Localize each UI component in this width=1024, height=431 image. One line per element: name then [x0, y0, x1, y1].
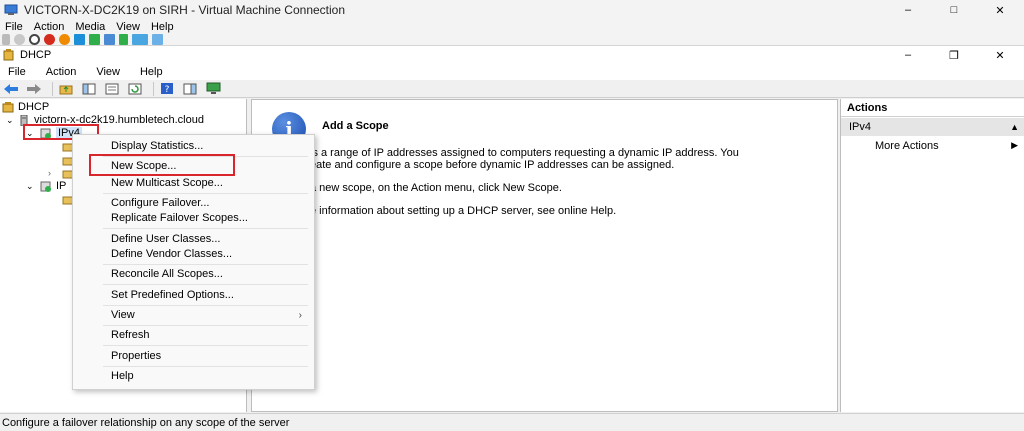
- share-icon[interactable]: [152, 34, 163, 45]
- dhcp-menu-view[interactable]: View: [96, 66, 120, 78]
- info-text-line-2: eate and configure a scope before dynami…: [310, 159, 675, 171]
- collapse-chevron-icon[interactable]: ⌄: [26, 181, 40, 192]
- menu-separator: [103, 228, 308, 229]
- submenu-chevron-icon: ›: [298, 309, 302, 321]
- menu-item-reconcile-all-scopes[interactable]: Reconcile All Scopes...: [74, 265, 314, 283]
- submenu-arrow-icon: ▶: [1011, 140, 1018, 150]
- vm-maximize-button[interactable]: □: [931, 0, 977, 20]
- dhcp-menu-file[interactable]: File: [8, 66, 26, 78]
- menu-item-refresh[interactable]: Refresh: [74, 326, 314, 344]
- toolbar-separator: [153, 81, 154, 96]
- menu-item-replicate-failover-scopes[interactable]: Replicate Failover Scopes...: [74, 209, 314, 227]
- actions-pane: Actions IPv4 ▲ More Actions ▶: [840, 99, 1024, 412]
- vm-menu-media[interactable]: Media: [75, 21, 105, 33]
- actions-section-ipv4[interactable]: IPv4 ▲: [841, 118, 1024, 136]
- dhcp-title-bar: DHCP – ❐ ✕: [0, 46, 1024, 64]
- tree-item-ipv6[interactable]: ⌄ IP: [26, 179, 66, 193]
- new-scope-highlight-box: [89, 154, 235, 176]
- vm-menu-file[interactable]: File: [5, 21, 23, 33]
- collapse-chevron-icon[interactable]: ⌄: [6, 115, 18, 126]
- results-pane: i Add a Scope is a range of IP addresses…: [251, 99, 838, 412]
- dhcp-app-icon: [3, 48, 14, 60]
- turn-off-icon[interactable]: [29, 34, 40, 45]
- svg-text:?: ?: [165, 85, 170, 95]
- dhcp-toolbar: ?: [0, 80, 1024, 98]
- shutdown-icon[interactable]: [44, 34, 55, 45]
- add-scope-heading: Add a Scope: [322, 120, 389, 132]
- dhcp-close-button[interactable]: ✕: [977, 46, 1023, 64]
- ctrl-alt-del-icon[interactable]: [2, 34, 10, 45]
- enhanced-session-icon[interactable]: [132, 34, 148, 45]
- actions-section-label: IPv4: [849, 121, 872, 133]
- up-folder-icon[interactable]: [57, 81, 75, 96]
- info-text-line-3: a new scope, on the Action menu, click N…: [310, 182, 562, 194]
- vm-menu-help[interactable]: Help: [151, 21, 174, 33]
- revert-icon[interactable]: [119, 34, 128, 45]
- menu-item-view[interactable]: View ›: [74, 306, 314, 324]
- action-pane-icon[interactable]: [181, 81, 199, 96]
- monitor-icon[interactable]: [204, 81, 222, 96]
- info-text-line-1: is a range of IP addresses assigned to c…: [310, 147, 739, 159]
- vm-minimize-button[interactable]: –: [885, 0, 931, 20]
- expand-chevron-icon[interactable]: ›: [48, 168, 62, 178]
- start-icon[interactable]: [14, 34, 25, 45]
- vm-window-title: VICTORN-X-DC2K19 on SIRH - Virtual Machi…: [24, 3, 346, 17]
- menu-item-display-statistics[interactable]: Display Statistics...: [74, 137, 314, 155]
- toolbar-separator: [52, 81, 53, 96]
- pause-icon[interactable]: [74, 34, 85, 45]
- tree-label-ipv6: IP: [56, 180, 67, 192]
- actions-header: Actions: [841, 99, 1024, 117]
- vm-menu-view[interactable]: View: [116, 21, 140, 33]
- ipv6-icon: [40, 181, 51, 192]
- dhcp-window-title: DHCP: [20, 49, 52, 61]
- status-text: Configure a failover relationship on any…: [2, 416, 290, 429]
- properties-sheet-icon[interactable]: [103, 81, 121, 96]
- menu-item-set-predefined-options[interactable]: Set Predefined Options...: [74, 286, 314, 304]
- vm-toolbar: [0, 34, 1024, 46]
- more-actions-link[interactable]: More Actions: [875, 140, 939, 152]
- vm-menu-action[interactable]: Action: [34, 21, 65, 33]
- power-icon[interactable]: [59, 34, 70, 45]
- tree-label-dhcp: DHCP: [18, 101, 50, 113]
- show-hide-tree-icon[interactable]: [80, 81, 98, 96]
- dhcp-menu-action[interactable]: Action: [46, 66, 77, 78]
- info-text-line-4: e information about setting up a DHCP se…: [310, 205, 617, 217]
- refresh-icon[interactable]: [126, 81, 144, 96]
- status-bar: Configure a failover relationship on any…: [0, 413, 1024, 431]
- checkpoint-icon[interactable]: [104, 34, 115, 45]
- resume-icon[interactable]: [89, 34, 100, 45]
- dhcp-restore-button[interactable]: ❐: [931, 46, 977, 64]
- menu-separator: [103, 345, 308, 346]
- vm-menu-bar: File Action Media View Help: [0, 20, 1024, 34]
- menu-item-new-multicast-scope[interactable]: New Multicast Scope...: [74, 174, 314, 192]
- virtual-machine-icon: [4, 4, 18, 15]
- vm-close-button[interactable]: ✕: [977, 0, 1023, 20]
- forward-arrow-icon[interactable]: [25, 81, 43, 96]
- back-arrow-icon[interactable]: [2, 81, 20, 96]
- dhcp-menu-bar: File Action View Help: [0, 64, 1024, 80]
- menu-item-help[interactable]: Help: [74, 367, 314, 385]
- menu-separator: [103, 284, 308, 285]
- menu-item-define-vendor-classes[interactable]: Define Vendor Classes...: [74, 245, 314, 263]
- vm-title-bar: VICTORN-X-DC2K19 on SIRH - Virtual Machi…: [0, 0, 1024, 20]
- dhcp-menu-help[interactable]: Help: [140, 66, 163, 78]
- collapse-up-icon[interactable]: ▲: [1010, 122, 1019, 132]
- menu-item-properties[interactable]: Properties: [74, 347, 314, 365]
- help-icon[interactable]: ?: [158, 81, 176, 96]
- tree-item-dhcp[interactable]: DHCP: [2, 100, 49, 114]
- dhcp-tree-icon: [2, 101, 14, 112]
- dhcp-minimize-button[interactable]: –: [885, 46, 931, 64]
